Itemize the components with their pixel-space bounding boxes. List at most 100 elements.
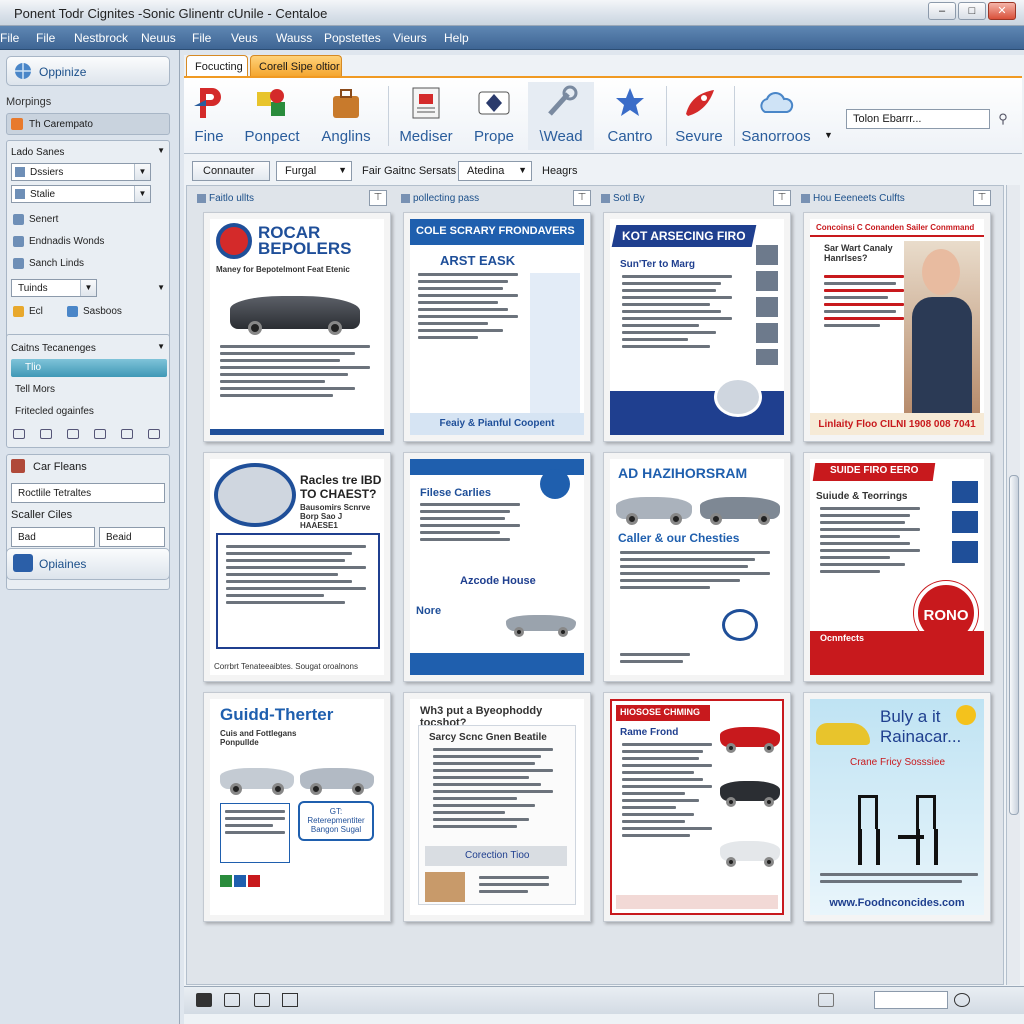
ribbon-mediser-button[interactable]: Mediser	[396, 82, 456, 150]
template-card[interactable]: Concoinsi C Conanden Sailer Conmmand Sar…	[803, 212, 991, 442]
beaid-button[interactable]: Beaid	[99, 527, 165, 547]
search-icon[interactable]: ⚲	[994, 109, 1012, 129]
sidebar-item-edit[interactable]: Ecl	[11, 303, 71, 321]
ribbon-sevure-button[interactable]: Sevure	[670, 82, 728, 150]
collapse-icon[interactable]: ⊤	[573, 190, 591, 206]
template-card[interactable]: HIOSOSE CHMING Rame Frond	[603, 692, 791, 922]
ribbon-ponpect-button[interactable]: Ponpect	[240, 82, 304, 150]
templates-field[interactable]: Roctlile Tetraltes	[11, 483, 165, 503]
view-single-icon[interactable]	[196, 993, 212, 1007]
view-list-icon[interactable]	[254, 993, 270, 1007]
column-icon	[401, 194, 410, 203]
options-button[interactable]: Opiaines	[6, 548, 170, 580]
vertical-scrollbar[interactable]	[1006, 185, 1020, 985]
maximize-button[interactable]: □	[958, 2, 986, 20]
text-lines	[220, 345, 370, 401]
template-card[interactable]: Wh3 put a Byeophoddy tocshot? Sarcy Scnc…	[403, 692, 591, 922]
ribbon-fine-button[interactable]: Fine	[188, 82, 230, 150]
menu-help[interactable]: Help	[444, 31, 469, 45]
menu-file-2[interactable]: File	[36, 31, 55, 45]
home-icon[interactable]	[282, 993, 298, 1007]
minimize-button[interactable]: –	[928, 2, 956, 20]
menu-popstettes[interactable]: Popstettes	[324, 31, 381, 45]
current-item[interactable]: Th Carempato	[6, 113, 170, 135]
template-card[interactable]: SUIDE FIRO EERO Suiude & Teorrings RONO …	[803, 452, 991, 682]
car-image	[300, 757, 374, 795]
menu-veus[interactable]: Veus	[231, 31, 258, 45]
chevron-down-icon[interactable]: ▼	[157, 342, 165, 351]
tab-corell[interactable]: Corell Sipe oltior	[250, 55, 342, 77]
chevron-down-icon[interactable]: ▼	[157, 283, 165, 292]
settings-icon[interactable]	[954, 993, 970, 1007]
text-lines	[620, 653, 690, 667]
column-header: Hou Eeeneets Culfts ⊤	[801, 190, 991, 208]
template-card[interactable]: AD HAZIHORSRAM Caller & our Chesties	[603, 452, 791, 682]
dossiers-dropdown[interactable]: Dssiers ▼	[11, 163, 151, 181]
tab-focucting[interactable]: Focucting	[186, 55, 248, 77]
sidebar-item-fritecled[interactable]: Fritecled ogainfes	[11, 403, 167, 421]
zoom-input[interactable]	[874, 991, 948, 1009]
template-card[interactable]: KOT ARSECING FIRO Sun'Ter to Marg	[603, 212, 791, 442]
menu-file-3[interactable]: File	[192, 31, 211, 45]
ribbon-sanorroos-button[interactable]: Sanorroos	[740, 82, 812, 150]
sidebar-item-tell-mors[interactable]: Tell Mors	[11, 381, 167, 399]
template-card[interactable]: Filese Carlies Azcode House Nore	[403, 452, 591, 682]
tuinds-dropdown[interactable]: Tuinds ▼	[11, 279, 97, 297]
tool-icon[interactable]	[13, 429, 25, 439]
collapse-icon[interactable]: ⊤	[369, 190, 387, 206]
tool-icon[interactable]	[148, 429, 160, 439]
column-icon	[601, 194, 610, 203]
template-card[interactable]: COLE SCRARY FRONDAVERS ARST EASK Feaiy &…	[403, 212, 591, 442]
template-card[interactable]: Guidd-Therter Cuis and Fottlegans Ponpul…	[203, 692, 391, 922]
card-footer: Feaiy & Pianful Coopent	[439, 418, 555, 429]
print-icon[interactable]	[818, 993, 834, 1007]
car-image	[720, 771, 780, 807]
menu-file[interactable]: File	[0, 31, 19, 45]
template-card[interactable]: Buly a it Rainacar... Crane Fricy Sosssi…	[803, 692, 991, 922]
close-button[interactable]: ✕	[988, 2, 1016, 20]
atedina-select[interactable]: Atedina ▼	[458, 161, 532, 181]
globe-icon	[15, 63, 31, 79]
car-image	[720, 717, 780, 753]
sidebar-item-sasboos[interactable]: Sasboos	[65, 303, 155, 321]
ribbon-anglins-button[interactable]: Anglins	[314, 82, 378, 150]
selected-item[interactable]: Tlio	[11, 359, 167, 377]
bad-button[interactable]: Bad	[11, 527, 95, 547]
view-split-icon[interactable]	[224, 993, 240, 1007]
ribbon-label: Mediser	[399, 128, 453, 145]
sidebar-item-senert[interactable]: Senert	[11, 211, 167, 229]
sidebar: Oppinize Morpings Th Carempato Lado Sane…	[0, 50, 180, 1024]
page-icon	[13, 214, 24, 225]
ribbon-cantro-button[interactable]: Cantro	[598, 82, 662, 150]
search-input[interactable]: Tolon Ebarrr...	[846, 109, 990, 129]
menu-nestbrock[interactable]: Nestbrock	[74, 31, 128, 45]
ribbon-wead-button[interactable]: \Wead	[528, 82, 594, 150]
menu-wauss[interactable]: Wauss	[276, 31, 312, 45]
optimize-label: Oppinize	[39, 65, 87, 79]
collapse-icon[interactable]: ⊤	[773, 190, 791, 206]
info-box	[220, 803, 290, 863]
template-card[interactable]: Racles tre IBD TO CHAEST? Bausomirs Scnr…	[203, 452, 391, 682]
menu-neuus[interactable]: Neuus	[141, 31, 176, 45]
card-title: Racles tre IBD TO CHAEST?	[300, 473, 382, 501]
menu-vieurs[interactable]: Vieurs	[393, 31, 427, 45]
tool-icon[interactable]	[40, 429, 52, 439]
ribbon-prope-button[interactable]: Prope	[466, 82, 522, 150]
stalie-dropdown[interactable]: Stalie ▼	[11, 185, 151, 203]
template-card[interactable]: ROCAR BEPOLERS Maney for Bepotelmont Fea…	[203, 212, 391, 442]
car-image	[816, 723, 870, 745]
optimize-button[interactable]: Oppinize	[6, 56, 170, 86]
sidebar-item-endnadis[interactable]: Endnadis Wonds	[11, 233, 167, 251]
collapse-icon[interactable]: ⊤	[973, 190, 991, 206]
chevron-down-icon[interactable]: ▼	[824, 130, 833, 140]
connauter-button[interactable]: Connauter	[192, 161, 270, 181]
tool-icon[interactable]	[94, 429, 106, 439]
chevron-down-icon[interactable]: ▼	[157, 146, 165, 155]
filter-bar: Connauter Furgal ▼ Fair Gaitnc Sersats At…	[184, 155, 1022, 185]
scrollbar-thumb[interactable]	[1009, 475, 1019, 815]
edit-label: Ecl	[29, 306, 43, 317]
tool-icon[interactable]	[67, 429, 79, 439]
furgal-select[interactable]: Furgal ▼	[276, 161, 352, 181]
tool-icon[interactable]	[121, 429, 133, 439]
sidebar-item-sanch[interactable]: Sanch Linds	[11, 255, 167, 273]
